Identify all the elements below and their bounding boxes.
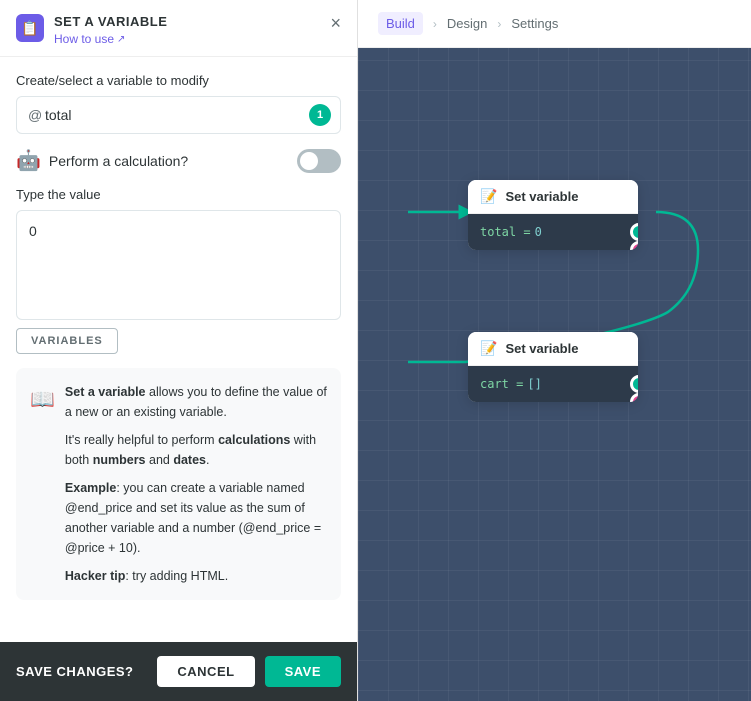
node-1-code: total = [480,225,531,239]
how-to-link[interactable]: How to use ↗ [54,32,167,46]
variables-button[interactable]: VARIABLES [16,328,118,354]
variable-section: Create/select a variable to modify @ 1 [16,73,341,134]
calc-emoji: 🤖 [16,148,41,173]
nav-arrow-1: › [433,17,437,31]
node-2-title: Set variable [505,341,578,356]
node-2-bottom-connector[interactable] [630,393,638,402]
canvas-area: 📝 Set variable total = 0 📝 Set variable … [358,50,751,701]
help-numbers-bold: numbers [93,453,146,467]
node-1-body: total = 0 [468,214,638,250]
node-2-right-connector[interactable] [630,375,638,393]
nav-tab-build[interactable]: Build [378,12,423,35]
node-1-right-connector[interactable] [630,223,638,241]
variable-input[interactable] [16,96,341,134]
panel-title: SET A VARIABLE [54,14,167,29]
close-button[interactable]: × [330,14,341,32]
help-dates-bold: dates [173,453,206,467]
value-section-label: Type the value [16,187,341,202]
node-1-bottom-connector[interactable] [630,241,638,250]
flow-node-2[interactable]: 📝 Set variable cart = [] [468,332,638,402]
calc-row: 🤖 Perform a calculation? [16,148,341,173]
panel-body: Create/select a variable to modify @ 1 🤖… [0,57,357,642]
top-nav: Build › Design › Settings [358,0,751,48]
node-1-header: 📝 Set variable [468,180,638,214]
panel-title-group: SET A VARIABLE How to use ↗ [54,14,167,46]
help-example-bold: Example [65,481,116,495]
save-button[interactable]: SAVE [265,656,341,687]
calc-toggle[interactable] [297,149,341,173]
node-2-body: cart = [] [468,366,638,402]
panel-icon-emoji: 📋 [21,20,38,37]
node-1-value: 0 [535,225,542,239]
node-2-emoji: 📝 [480,340,497,357]
help-para-1: Set a variable allows you to define the … [65,382,327,422]
help-box: 📖 Set a variable allows you to define th… [16,368,341,600]
node-2-header: 📝 Set variable [468,332,638,366]
save-changes-label: SAVE CHANGES? [16,664,134,679]
help-icon: 📖 [30,384,55,586]
panel-header-left: 📋 SET A VARIABLE How to use ↗ [16,14,167,46]
variable-input-wrapper: @ 1 [16,96,341,134]
help-para-2: It's really helpful to perform calculati… [65,430,327,470]
nav-arrow-2: › [497,17,501,31]
help-hacker-bold: Hacker tip [65,569,125,583]
panel-header: 📋 SET A VARIABLE How to use ↗ × [0,0,357,57]
right-panel: Build › Design › Settings 📝 Set var [358,0,751,701]
help-text: Set a variable allows you to define the … [65,382,327,586]
help-calculations-bold: calculations [218,433,290,447]
help-para-1-bold: Set a variable [65,385,146,399]
at-symbol: @ [28,107,42,123]
nav-tab-design[interactable]: Design [447,16,487,31]
node-2-value: [] [527,377,541,391]
calc-label-text: Perform a calculation? [49,153,188,169]
external-link-icon: ↗ [117,34,125,45]
variable-section-label: Create/select a variable to modify [16,73,341,88]
panel-footer: SAVE CHANGES? CANCEL SAVE [0,642,357,701]
value-section: Type the value 0 VARIABLES [16,187,341,354]
flow-node-1[interactable]: 📝 Set variable total = 0 [468,180,638,250]
how-to-label: How to use [54,32,114,46]
help-para-4: Hacker tip: try adding HTML. [65,566,327,586]
left-panel: 📋 SET A VARIABLE How to use ↗ × Create/s… [0,0,358,701]
variable-badge: 1 [309,104,331,126]
panel-icon: 📋 [16,14,44,42]
value-textarea[interactable]: 0 [16,210,341,320]
nav-tab-settings[interactable]: Settings [511,16,558,31]
node-1-title: Set variable [505,189,578,204]
node-2-code: cart = [480,377,523,391]
footer-buttons: CANCEL SAVE [157,656,341,687]
calc-label: 🤖 Perform a calculation? [16,148,188,173]
node-1-emoji: 📝 [480,188,497,205]
cancel-button[interactable]: CANCEL [157,656,254,687]
help-para-3: Example: you can create a variable named… [65,478,327,558]
